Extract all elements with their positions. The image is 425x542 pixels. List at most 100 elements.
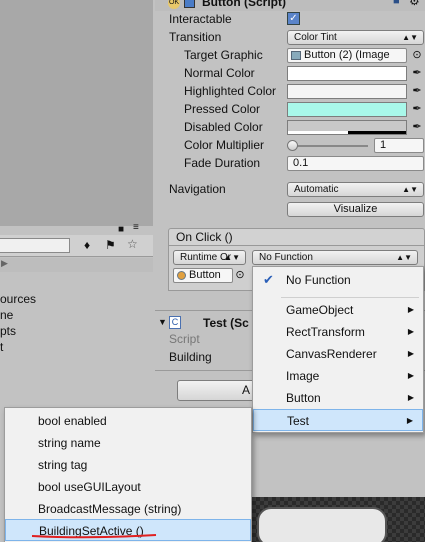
interactable-checkbox[interactable]: ✓ [287,12,300,25]
onclick-title: On Click () [176,230,233,244]
menu-item-image[interactable]: Image ▶ [253,365,423,387]
submenu-item[interactable]: string tag [5,454,251,476]
interactable-label: Interactable [169,12,232,26]
submenu-arrow-icon: ▶ [407,327,414,336]
function-dropdown[interactable]: No Function ▲▼ [252,250,418,265]
object-picker-icon[interactable]: ⊙ [411,48,423,63]
submenu-item[interactable]: BroadcastMessage (string) [5,498,251,520]
submenu-arrow-icon: ▶ [406,416,413,425]
menu-item-test[interactable]: Test ▶ [253,409,423,431]
pressed-color-swatch[interactable] [287,102,407,117]
object-picker-icon[interactable]: ⊙ [234,268,246,283]
help-icon[interactable]: ■ [393,0,400,7]
star-icon[interactable]: ☆ [127,237,138,251]
component-header: OK Button (Script) ■ ⚙ [155,0,425,11]
function-menu: ✔ No Function GameObject ▶ RectTransform ▶… [252,266,424,433]
onclick-object-field[interactable]: Button [173,268,233,283]
submenu-item[interactable]: string name [5,432,251,454]
project-item[interactable]: t [0,340,3,354]
menu-item-label: BroadcastMessage (string) [38,502,182,516]
menu-item-label: No Function [286,273,351,287]
menu-item-label: string name [38,436,101,450]
chevron-right-icon[interactable]: ▶ [1,258,8,269]
transition-value: Color Tint [294,32,337,43]
menu-item-label: string tag [38,458,88,472]
runtime-dropdown[interactable]: Runtime Or ▲▼ [173,250,246,265]
gear-icon[interactable]: ⚙ [409,0,420,8]
visualize-button[interactable]: Visualize [287,202,424,217]
disabled-color-label: Disabled Color [184,120,263,134]
lock-icon[interactable]: ■ [118,224,124,235]
fade-duration-field[interactable]: 0.1 [287,156,424,171]
script-row-label: Script [169,332,200,346]
filter-icon[interactable]: ♦ [84,238,90,252]
menu-item-gameobject[interactable]: GameObject ▶ [253,299,423,321]
menu-item-no-function[interactable]: ✔ No Function [253,269,423,291]
menu-item-label: Image [286,369,320,383]
target-graphic-label: Target Graphic [184,48,263,62]
target-graphic-field[interactable]: Button (2) (Image [287,48,407,63]
submenu-arrow-icon: ▶ [407,305,414,314]
alpha-bar-dark [348,131,406,134]
eyedropper-icon[interactable]: ✒ [411,102,423,117]
building-row-label: Building [169,350,212,364]
disabled-color-swatch[interactable] [287,120,407,135]
transition-label: Transition [169,30,222,44]
enabled-checkbox[interactable] [184,0,195,8]
menu-item-label: CanvasRenderer [286,347,377,361]
label-icon[interactable]: ⚑ [105,238,116,252]
script-icon: OK [168,0,180,9]
project-item[interactable]: ources [0,292,36,306]
navigation-label: Navigation [169,182,226,196]
dropdown-arrow-icon: ▲▼ [402,33,418,42]
multiplier-field[interactable]: 1 [374,138,424,153]
function-value: No Function [259,252,313,263]
image-icon [291,51,301,60]
test-submenu: bool enabled string name string tag bool… [4,407,252,542]
multiplier-slider-thumb[interactable] [287,140,298,151]
expand-arrow-icon[interactable]: ▼ [158,317,167,327]
panel-menu-icon[interactable]: ≡ [133,222,139,233]
normal-color-label: Normal Color [184,66,255,80]
menu-separator [281,297,419,298]
project-item[interactable]: pts [0,324,16,338]
gameobject-icon [177,271,186,280]
target-graphic-value: Button (2) (Image [304,49,390,61]
fade-duration-label: Fade Duration [184,156,261,170]
alpha-bar [288,131,348,134]
eyedropper-icon[interactable]: ✒ [411,66,423,81]
menu-item-recttransform[interactable]: RectTransform ▶ [253,321,423,343]
submenu-item[interactable]: bool useGUILayout [5,476,251,498]
component-title: Button (Script) [202,0,286,9]
project-item[interactable]: ne [0,308,13,322]
submenu-item[interactable]: bool enabled [5,410,251,432]
multiplier-slider-track[interactable] [288,145,368,147]
project-toolbar: ♦ ⚑ ☆ [0,235,153,257]
red-underline-annotation [31,534,157,539]
menu-item-label: Button [286,391,321,405]
dropdown-arrow-icon: ▲▼ [396,253,412,262]
preview-button-shape [257,507,387,542]
eyedropper-icon[interactable]: ✒ [411,120,423,135]
highlighted-color-swatch[interactable] [287,84,407,99]
dropdown-arrow-icon: ▲▼ [224,253,240,262]
test-script-title: Test (Sc [203,316,249,330]
navigation-value: Automatic [294,184,339,195]
menu-item-button[interactable]: Button ▶ [253,387,423,409]
navigation-dropdown[interactable]: Automatic ▲▼ [287,182,424,197]
normal-color-swatch[interactable] [287,66,407,81]
menu-item-label: GameObject [286,303,354,317]
checkmark-icon: ✔ [263,272,274,287]
search-field[interactable] [0,238,70,253]
onclick-header: On Click () [168,228,425,246]
color-multiplier-label: Color Multiplier [184,138,265,152]
menu-item-label: bool useGUILayout [38,480,141,494]
scene-preview [252,497,425,542]
pressed-color-label: Pressed Color [184,102,261,116]
eyedropper-icon[interactable]: ✒ [411,84,423,99]
project-subbar: ▶ [0,258,153,272]
menu-item-label: Test [287,414,310,428]
menu-item-canvasrenderer[interactable]: CanvasRenderer ▶ [253,343,423,365]
submenu-arrow-icon: ▶ [407,393,414,402]
transition-dropdown[interactable]: Color Tint ▲▼ [287,30,424,45]
